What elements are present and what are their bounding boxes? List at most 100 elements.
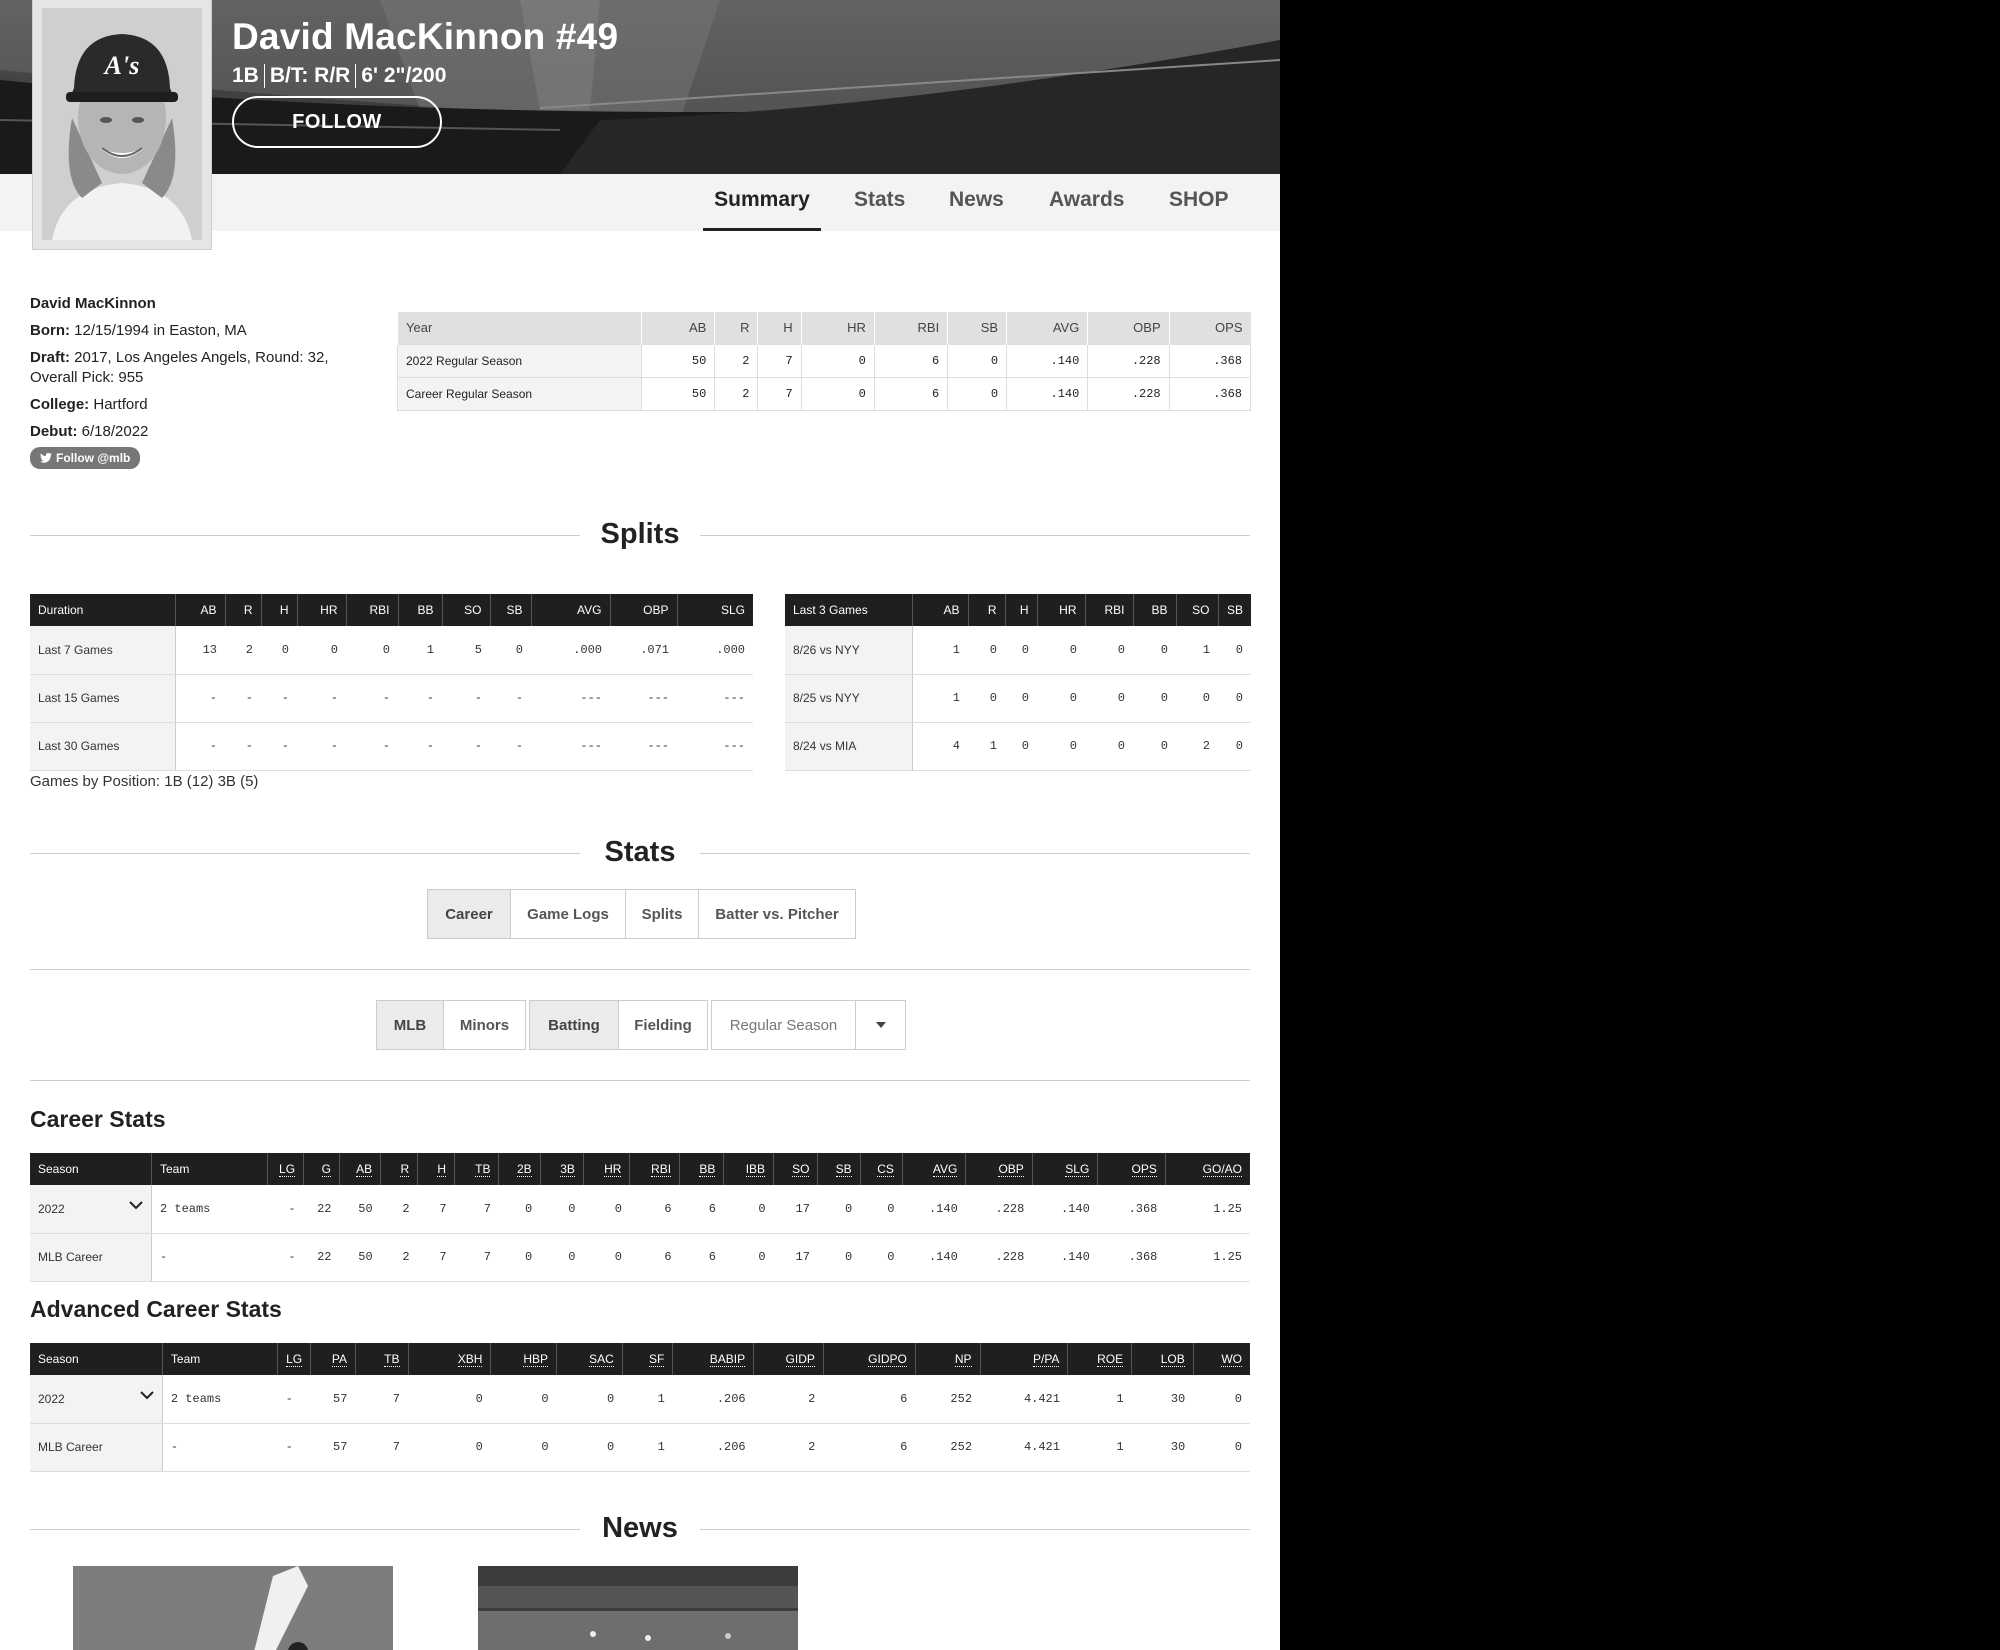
table-cell: 6 bbox=[823, 1423, 916, 1472]
table-cell: .000 bbox=[677, 626, 753, 675]
table-cell: 22 bbox=[303, 1185, 340, 1234]
table-row: Last 30 Games - - - - - - - - --- --- --- bbox=[30, 722, 753, 771]
column-header: AVG bbox=[901, 1153, 966, 1185]
player-position: 1B bbox=[232, 64, 259, 87]
news-thumbnail[interactable] bbox=[478, 1566, 798, 1650]
table-cell: 1 bbox=[398, 626, 442, 675]
column-header: Season bbox=[30, 1153, 152, 1185]
tab-awards[interactable]: Awards bbox=[1049, 188, 1124, 231]
league-toggle: MLB Minors bbox=[376, 1000, 526, 1050]
table-cell: 1 bbox=[622, 1375, 673, 1424]
chevron-down-icon[interactable] bbox=[129, 1200, 143, 1210]
table-cell: .368 bbox=[1097, 1185, 1166, 1234]
table-cell: 7 bbox=[454, 1233, 499, 1282]
table-cell: 4.421 bbox=[980, 1423, 1068, 1472]
table-cell: 0 bbox=[583, 1185, 630, 1234]
stats-tab-game-logs[interactable]: Game Logs bbox=[510, 890, 625, 938]
table-cell: - bbox=[162, 1423, 278, 1472]
table-cell: 2 bbox=[714, 343, 759, 378]
column-header: HBP bbox=[490, 1343, 557, 1375]
table-cell: 7 bbox=[454, 1185, 499, 1234]
table-cell: 0 bbox=[1085, 674, 1133, 723]
table-row: 8/25 vs NYY 1 0 0 0 0 0 0 0 bbox=[785, 674, 1251, 723]
stats-tab-career[interactable]: Career bbox=[428, 890, 510, 938]
column-header: BB bbox=[397, 594, 442, 626]
column-header: G bbox=[303, 1153, 340, 1185]
table-cell: .368 bbox=[1097, 1233, 1166, 1282]
season-type-select[interactable]: Regular Season bbox=[711, 1000, 906, 1050]
column-header: SO bbox=[441, 594, 490, 626]
column-header: Team bbox=[161, 1343, 278, 1375]
table-cell: 6 bbox=[629, 1233, 680, 1282]
table-cell: --- bbox=[677, 722, 753, 771]
tab-news[interactable]: News bbox=[949, 188, 1004, 231]
table-cell: - bbox=[151, 1233, 268, 1282]
table-cell: 7 bbox=[355, 1375, 408, 1424]
table-cell: - bbox=[346, 722, 398, 771]
advanced-stats-heading: Advanced Career Stats bbox=[30, 1296, 282, 1322]
table-cell: 50 bbox=[339, 1233, 381, 1282]
svg-text:A's: A's bbox=[103, 51, 140, 80]
column-header: ROE bbox=[1067, 1343, 1132, 1375]
tab-shop[interactable]: SHOP bbox=[1169, 188, 1229, 231]
table-cell: --- bbox=[610, 722, 677, 771]
column-header: SF bbox=[621, 1343, 673, 1375]
twitter-follow-button[interactable]: Follow @mlb bbox=[30, 447, 141, 469]
stats-tab-batter-vs-pitcher[interactable]: Batter vs. Pitcher bbox=[698, 890, 855, 938]
table-row: Last 7 Games 13 2 0 0 0 1 5 0.000.071.000 bbox=[30, 626, 753, 675]
news-thumbnail[interactable] bbox=[73, 1566, 393, 1650]
league-mlb[interactable]: MLB bbox=[377, 1001, 443, 1049]
table-cell: 6 bbox=[629, 1185, 680, 1234]
table-cell: .140 bbox=[1032, 1185, 1098, 1234]
column-header: AVG bbox=[530, 594, 610, 626]
table-row: 8/24 vs MIA 4 1 0 0 0 0 2 0 bbox=[785, 722, 1251, 771]
column-header: HR bbox=[800, 312, 875, 344]
player-name: David MacKinnon #49 bbox=[232, 16, 619, 57]
column-header: HR bbox=[1036, 594, 1085, 626]
column-header: LG bbox=[277, 1343, 311, 1375]
column-header: LOB bbox=[1131, 1343, 1194, 1375]
column-header: OPS bbox=[1168, 312, 1251, 344]
column-header: CS bbox=[859, 1153, 903, 1185]
table-cell[interactable]: 2022 bbox=[30, 1185, 152, 1234]
column-header: Last 3 Games bbox=[785, 594, 912, 626]
table-cell: 0 bbox=[408, 1375, 491, 1424]
table-cell: 0 bbox=[490, 626, 531, 675]
stat-type-fielding[interactable]: Fielding bbox=[618, 1001, 707, 1049]
table-cell: 13 bbox=[175, 626, 225, 675]
table-cell: 0 bbox=[1193, 1375, 1250, 1424]
table-cell: 0 bbox=[1133, 626, 1176, 675]
column-header: R bbox=[224, 594, 261, 626]
table-cell: - bbox=[297, 722, 346, 771]
column-header: RBI bbox=[345, 594, 398, 626]
news-heading: News bbox=[30, 1512, 1250, 1545]
table-cell: 6 bbox=[679, 1185, 724, 1234]
table-row: 2022 Regular Season 50 2 7 0 6 0.140.228.368 bbox=[396, 343, 1252, 378]
column-header: Season bbox=[30, 1343, 163, 1375]
follow-button[interactable]: FOLLOW bbox=[232, 96, 442, 148]
table-cell: 0 bbox=[346, 626, 398, 675]
column-header: SB bbox=[489, 594, 531, 626]
table-cell: 0 bbox=[408, 1423, 491, 1472]
stat-type-batting[interactable]: Batting bbox=[530, 1001, 618, 1049]
league-minors[interactable]: Minors bbox=[443, 1001, 525, 1049]
table-row: Career Regular Season 50 2 7 0 6 0.140.228.368 bbox=[396, 376, 1252, 411]
table-cell: 0 bbox=[1005, 626, 1037, 675]
table-cell: 252 bbox=[915, 1375, 981, 1424]
tab-summary[interactable]: Summary bbox=[703, 188, 821, 231]
table-cell: - bbox=[277, 1423, 311, 1472]
table-cell: Career Regular Season bbox=[396, 376, 643, 411]
chevron-down-icon[interactable] bbox=[140, 1390, 154, 1400]
table-cell: - bbox=[442, 674, 490, 723]
summary-stats-table: Year AB R H HR RBI SB AVG OBP OPS 2022 Regular Se… bbox=[396, 312, 1252, 411]
table-cell: 57 bbox=[310, 1375, 356, 1424]
column-header: P/PA bbox=[979, 1343, 1068, 1375]
table-cell: .228 bbox=[1087, 376, 1170, 411]
tab-stats[interactable]: Stats bbox=[854, 188, 905, 231]
table-cell: - bbox=[277, 1375, 311, 1424]
table-cell: - bbox=[175, 674, 225, 723]
table-cell: 0 bbox=[540, 1185, 584, 1234]
table-cell[interactable]: 2022 bbox=[30, 1375, 163, 1424]
stats-tab-splits[interactable]: Splits bbox=[625, 890, 698, 938]
table-cell: 4.421 bbox=[980, 1375, 1068, 1424]
